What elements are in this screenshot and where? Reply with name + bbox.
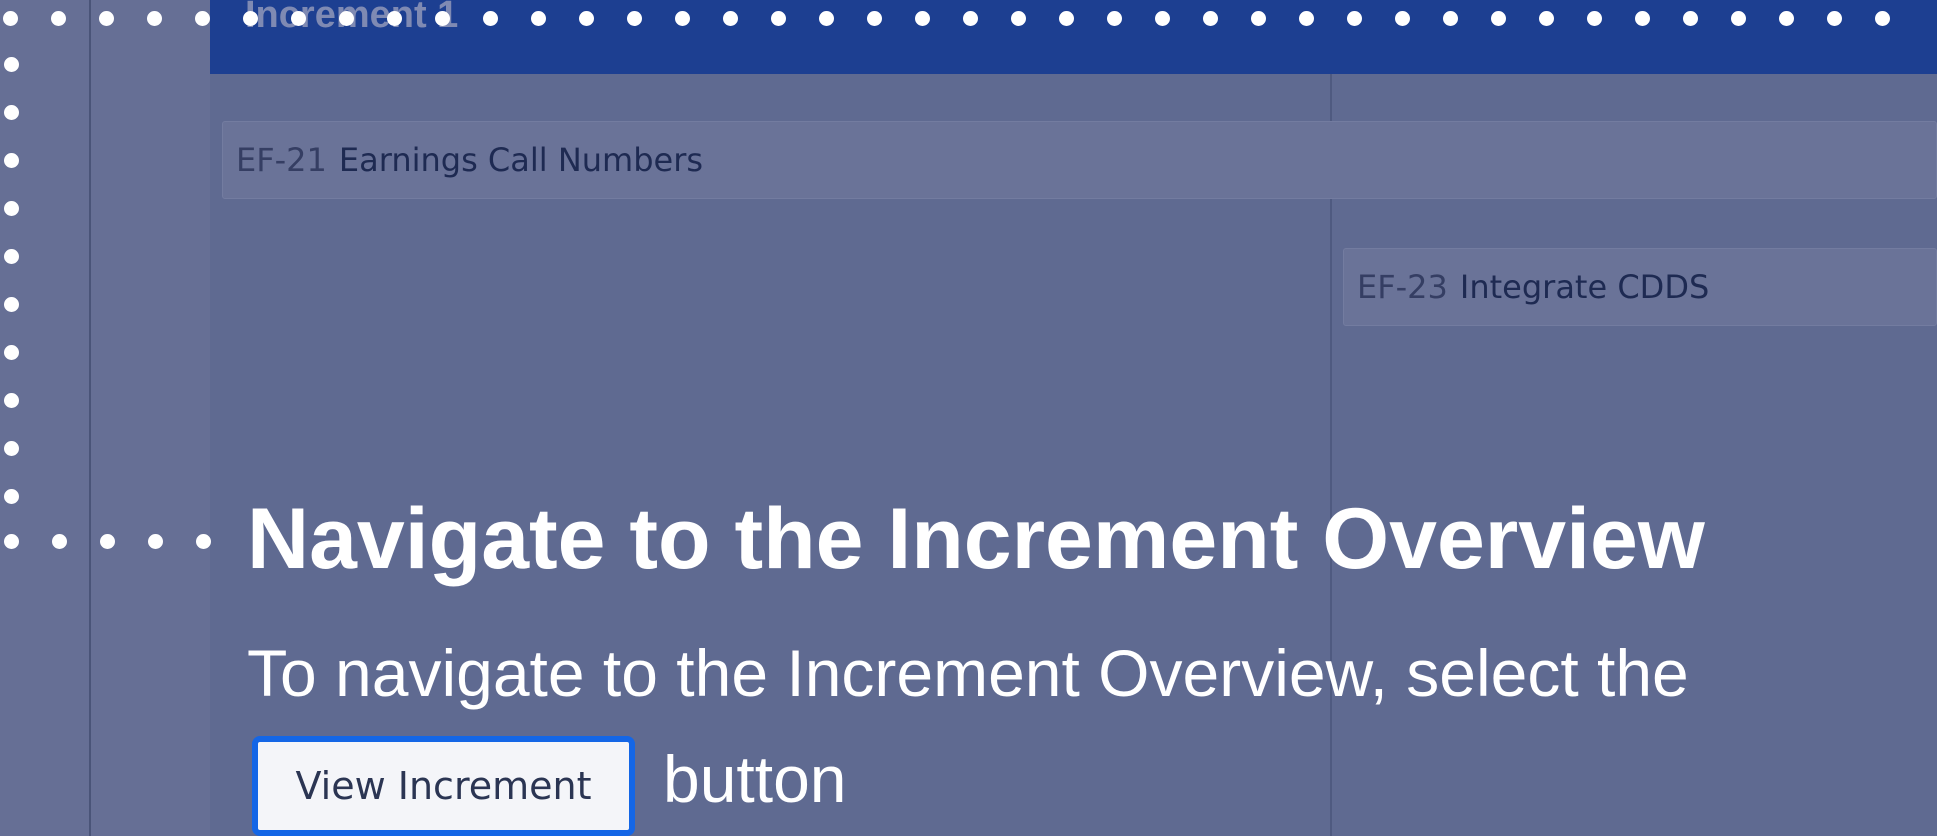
highlight-dot: [4, 441, 19, 456]
highlight-dot: [339, 11, 354, 26]
highlight-dot: [1251, 11, 1266, 26]
highlight-dot: [1203, 11, 1218, 26]
highlight-dot: [1491, 11, 1506, 26]
highlight-dot: [867, 11, 882, 26]
highlight-dot: [51, 11, 66, 26]
highlight-dot: [4, 345, 19, 360]
highlight-dot: [4, 297, 19, 312]
tooltip-heading: Navigate to the Increment Overview: [247, 491, 1705, 587]
highlight-dots-pointer: [4, 534, 244, 549]
highlight-dot: [1539, 11, 1554, 26]
highlight-dot: [52, 534, 67, 549]
walkthrough-stage: Increment 1 EF-21 Earnings Call Numbers …: [0, 0, 1937, 836]
view-increment-button[interactable]: View Increment: [252, 736, 635, 836]
highlight-dot: [4, 153, 19, 168]
highlight-dot: [148, 534, 163, 549]
highlight-dot: [387, 11, 402, 26]
highlight-dot: [99, 11, 114, 26]
highlight-dot: [4, 534, 19, 549]
highlight-dot: [1683, 11, 1698, 26]
highlight-dot: [3, 11, 18, 26]
highlight-dot: [291, 11, 306, 26]
highlight-dot: [1059, 11, 1074, 26]
highlight-dot: [1731, 11, 1746, 26]
highlight-dot: [1395, 11, 1410, 26]
highlight-dot: [147, 11, 162, 26]
highlight-dot: [195, 11, 210, 26]
highlight-dot: [963, 11, 978, 26]
highlight-dot: [1587, 11, 1602, 26]
highlight-dot: [531, 11, 546, 26]
card-key: EF-21: [236, 141, 327, 179]
highlight-dot: [483, 11, 498, 26]
highlight-dot: [1443, 11, 1458, 26]
highlight-dot: [196, 534, 211, 549]
tooltip-body: To navigate to the Increment Overview, s…: [247, 636, 1689, 710]
highlight-dot: [4, 201, 19, 216]
highlight-dot: [1155, 11, 1170, 26]
highlight-dot: [1635, 11, 1650, 26]
highlight-dot: [1299, 11, 1314, 26]
tooltip-body-suffix: button: [663, 742, 847, 816]
card-title: Integrate CDDS: [1459, 268, 1710, 306]
highlight-dot: [4, 489, 19, 504]
highlight-dot: [915, 11, 930, 26]
highlight-dot: [1875, 11, 1890, 26]
highlight-dot: [1107, 11, 1122, 26]
highlight-dot: [771, 11, 786, 26]
highlight-dot: [1011, 11, 1026, 26]
highlight-dot: [4, 393, 19, 408]
highlight-dot: [579, 11, 594, 26]
left-rail: [0, 0, 210, 836]
highlight-dot: [243, 11, 258, 26]
highlight-dot: [100, 534, 115, 549]
highlight-dots-top: [3, 11, 1937, 26]
highlight-dot: [1779, 11, 1794, 26]
highlight-dot: [4, 105, 19, 120]
card-title: Earnings Call Numbers: [338, 141, 704, 179]
feature-card-ef-23[interactable]: EF-23 Integrate CDDS: [1343, 248, 1937, 326]
highlight-dot: [723, 11, 738, 26]
highlight-dot: [1347, 11, 1362, 26]
rail-divider: [89, 0, 91, 836]
feature-card-ef-21[interactable]: EF-21 Earnings Call Numbers: [222, 121, 1937, 199]
highlight-dot: [4, 249, 19, 264]
highlight-dot: [1827, 11, 1842, 26]
highlight-dot: [675, 11, 690, 26]
card-key: EF-23: [1357, 268, 1448, 306]
highlight-dot: [627, 11, 642, 26]
highlight-dot: [4, 57, 19, 72]
highlight-dot: [435, 11, 450, 26]
highlight-dots-left: [4, 57, 19, 537]
highlight-dot: [819, 11, 834, 26]
